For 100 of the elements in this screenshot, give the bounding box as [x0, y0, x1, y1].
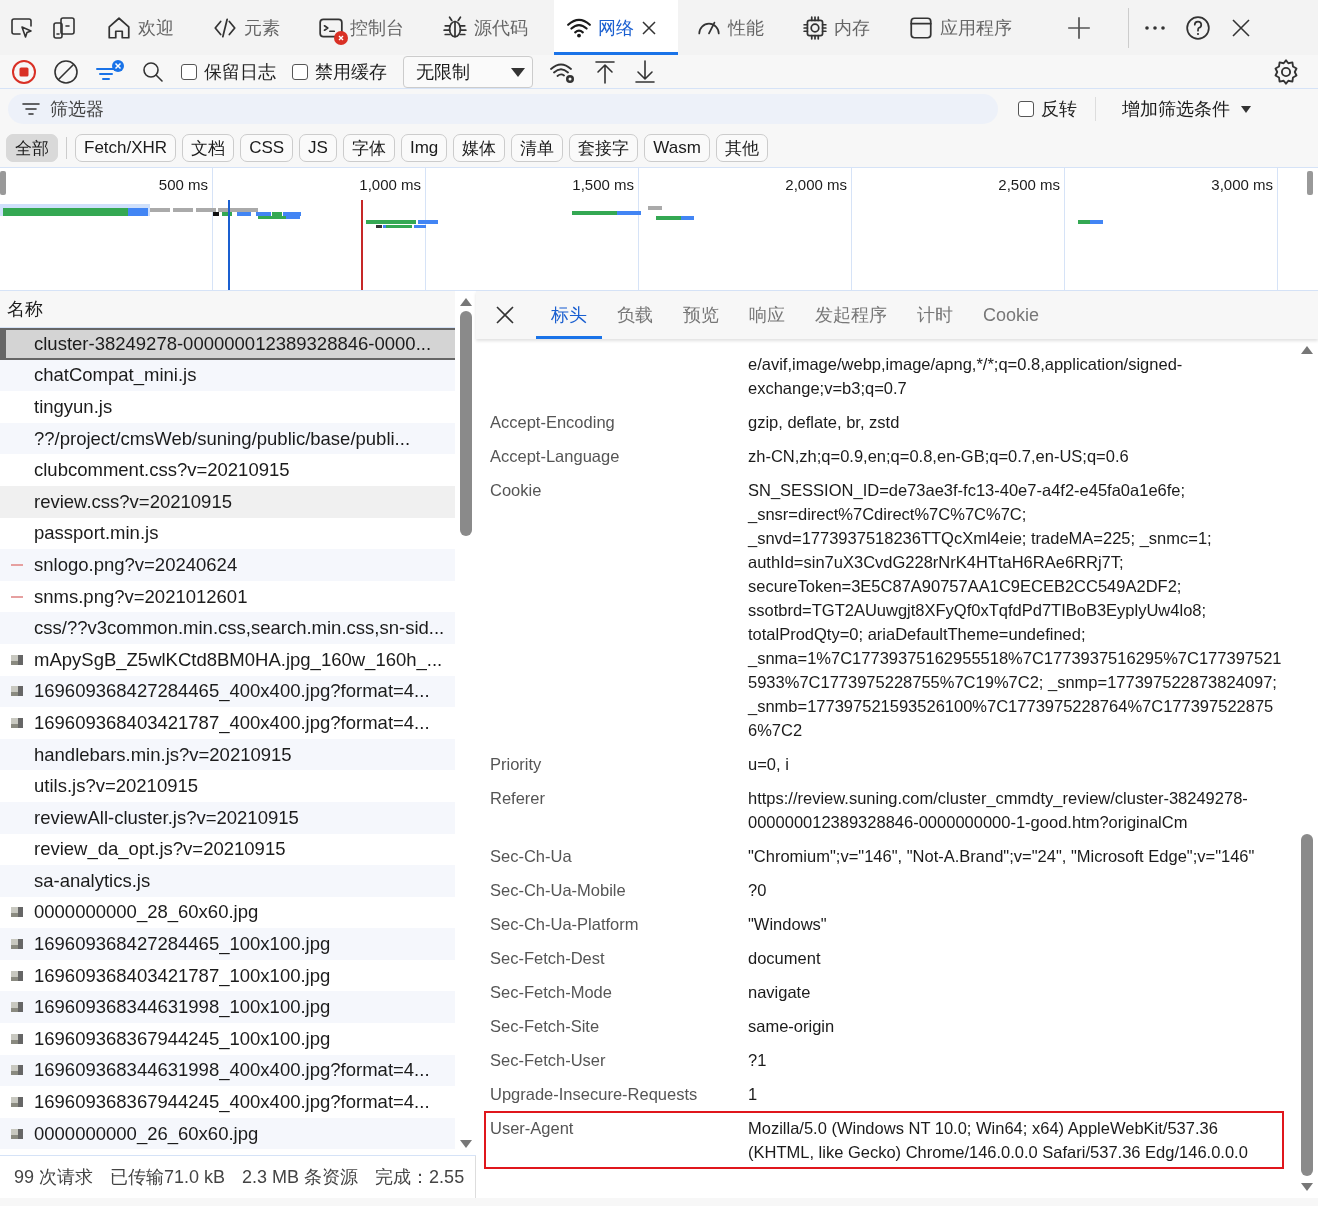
type-filter-chip[interactable]: Wasm — [644, 134, 710, 162]
panel-tab[interactable]: 欢迎 — [94, 0, 194, 55]
range-handle[interactable] — [1307, 171, 1313, 195]
detail-tab[interactable]: Cookie — [968, 291, 1055, 339]
type-filter-chip[interactable]: 全部 — [6, 134, 58, 162]
request-row[interactable]: chatCompat_mini.js — [0, 359, 455, 392]
request-row[interactable]: handlebars.min.js?v=20210915 — [0, 738, 455, 771]
header-name: User-Agent — [490, 1118, 575, 1139]
scroll-up-icon[interactable] — [459, 297, 472, 307]
throttling-dropdown[interactable]: 无限制 — [403, 55, 533, 88]
panel-tab[interactable]: 网络 — [554, 0, 678, 55]
panel-tab[interactable]: 控制台 — [306, 0, 424, 55]
type-filter-chip[interactable]: 套接字 — [569, 134, 639, 162]
scrollbar-thumb[interactable] — [459, 311, 472, 536]
panel-tab[interactable]: 性能 — [684, 0, 784, 55]
request-row[interactable]: 169609368403421787_400x400.jpg?format=4... — [0, 707, 455, 739]
close-icon[interactable] — [640, 18, 658, 37]
request-row[interactable]: mApySgB_Z5wlKCtd8BM0HA.jpg_160w_160h_... — [0, 643, 455, 676]
header-name: Cookie — [490, 480, 543, 501]
request-row[interactable]: 169609368367944245_100x100.jpg — [0, 1023, 455, 1055]
checkbox[interactable] — [1018, 101, 1034, 117]
request-row[interactable]: sa-analytics.js — [0, 865, 455, 897]
request-row[interactable]: cluster-38249278-000000012389328846-0000... — [0, 328, 455, 360]
close-icon[interactable] — [494, 304, 516, 326]
thumbnail-icon — [10, 1126, 24, 1141]
type-filter-chip[interactable]: 清单 — [511, 134, 564, 162]
type-filter-chip[interactable]: 文档 — [182, 134, 235, 162]
type-filter-chip[interactable]: 其他 — [715, 134, 768, 162]
scroll-down-icon[interactable] — [1301, 1182, 1313, 1192]
request-row[interactable]: clubcomment.css?v=20210915 — [0, 454, 455, 486]
request-row[interactable]: tingyun.js — [0, 391, 455, 423]
record-button[interactable] — [11, 58, 37, 85]
type-filter-chip[interactable]: 字体 — [342, 134, 395, 162]
add-filter-dropdown[interactable]: 增加筛选条件 — [1122, 97, 1252, 121]
header-value: u=0, i — [748, 754, 790, 775]
detail-tab[interactable]: 标头 — [536, 291, 602, 339]
plus-icon[interactable] — [1066, 14, 1092, 41]
help-icon[interactable] — [1185, 14, 1211, 41]
device-icon[interactable] — [52, 15, 76, 40]
detail-tab[interactable]: 响应 — [734, 291, 800, 339]
thumbnail-icon — [10, 1000, 24, 1015]
panel-tab[interactable]: 内存 — [790, 0, 890, 55]
thumbnail-icon — [10, 968, 24, 983]
detail-tab[interactable]: 预览 — [668, 291, 734, 339]
request-row[interactable]: 169609368367944245_400x400.jpg?format=4... — [0, 1086, 455, 1118]
request-row[interactable]: 0000000000_28_60x60.jpg — [0, 896, 455, 929]
scrollbar-thumb[interactable] — [1301, 834, 1313, 1176]
request-row[interactable]: ??/project/cmsWeb/suning/public/base/publi... — [0, 422, 455, 455]
header-value: gzip, deflate, br, zstd — [748, 412, 901, 433]
request-row[interactable]: snms.png?v=2021012601 — [0, 580, 455, 613]
request-row[interactable]: reviewAll-cluster.js?v=20210915 — [0, 801, 455, 834]
request-row[interactable]: 0000000000_26_60x60.jpg — [0, 1117, 455, 1150]
header-value: e/avif,image/webp,image/apng,*/*;q=0.8,application/signed-exchange;v=b3;q=0.7 — [748, 354, 1184, 399]
request-row[interactable]: 169609368427284465_100x100.jpg — [0, 928, 455, 960]
panel-tab[interactable]: 源代码 — [430, 0, 548, 55]
settings-icon[interactable] — [1272, 57, 1300, 86]
clear-icon[interactable] — [53, 58, 79, 85]
panel-tab[interactable]: 元素 — [200, 0, 300, 55]
request-row[interactable]: utils.js?v=20210915 — [0, 770, 455, 802]
detail-tab[interactable]: 负载 — [602, 291, 668, 339]
tick-label: 2,500 ms — [998, 176, 1060, 193]
range-handle[interactable] — [0, 171, 6, 195]
caret-icon — [510, 65, 526, 78]
request-row[interactable]: review.css?v=20210915 — [0, 485, 455, 518]
checkbox[interactable] — [181, 63, 197, 80]
header-name: Sec-Ch-Ua — [490, 846, 573, 867]
download-icon[interactable] — [633, 58, 657, 85]
header-name: Sec-Fetch-User — [490, 1050, 607, 1071]
request-row[interactable]: review_da_opt.js?v=20210915 — [0, 833, 455, 866]
detail-tab[interactable]: 发起程序 — [800, 291, 902, 339]
header-value: ?1 — [748, 1050, 768, 1071]
scroll-down-icon[interactable] — [459, 1139, 472, 1149]
scroll-up-icon[interactable] — [1301, 345, 1313, 355]
search-icon[interactable] — [141, 59, 165, 84]
tick-label: 2,000 ms — [785, 176, 847, 193]
thumbnail-icon — [10, 652, 24, 667]
type-filter-chip[interactable]: Fetch/XHR — [75, 134, 177, 162]
request-row[interactable]: css/??v3common.min.css,search.min.css,sn-sid... — [0, 612, 455, 644]
request-row[interactable]: 169609368344631998_400x400.jpg?format=4... — [0, 1054, 455, 1087]
inspect-icon[interactable] — [10, 15, 34, 40]
request-row[interactable]: passport.min.js — [0, 517, 455, 550]
request-row[interactable]: 169609368403421787_100x100.jpg — [0, 959, 455, 992]
request-row[interactable]: 169609368344631998_100x100.jpg — [0, 991, 455, 1024]
request-row[interactable]: 169609368427284465_400x400.jpg?format=4... — [0, 675, 455, 708]
status-text: 2.3 MB 条资源 — [242, 1166, 359, 1189]
tick-label: 500 ms — [158, 176, 208, 193]
checkbox[interactable] — [292, 63, 308, 80]
window-icon — [908, 14, 934, 41]
type-filter-chip[interactable]: 媒体 — [453, 134, 506, 162]
tick-label: 1,500 ms — [572, 176, 634, 193]
type-filter-chip[interactable]: Img — [400, 134, 448, 162]
type-filter-chip[interactable]: CSS — [240, 134, 294, 162]
request-row[interactable]: snlogo.png?v=20240624 — [0, 549, 455, 581]
filter-field[interactable]: 筛选器 — [8, 94, 998, 124]
detail-tab[interactable]: 计时 — [902, 291, 968, 339]
panel-tab[interactable]: 应用程序 — [896, 0, 1032, 55]
header-value: SN_SESSION_ID=de73ae3f-fc13-40e7-a4f2-e45fa0a1e6fe; _snsr=direct%7Cdirect%7C%7C%7C; _snvd=1773937518236TTQcXml4eie; tradeMA=225; _snmc=1; authId=sin7uX3CvdG228rNrK4HTtaH6RAe6RRj7T; secureToken=3E5C87A90757AA1C9ECEB2CC549A2DF2; ssotbrd=TGT2AUuwgjt8XFyQf0xTqfdPd7TIBoB3EyplyUw4lo8; totalProdQty=0; ariaDefaultTheme=undefined; _snma=1%7C17739375162955518%7C1773937516295%7C1773975215933%7C1773975228755%7C19%7C2; _snmp=177397522873824097; _snmb=177397521593526100%7C1773975228764%7C1773975228756%7C2 — [748, 480, 1282, 741]
upload-icon[interactable] — [593, 58, 617, 85]
column-header[interactable]: 名称 — [7, 297, 43, 321]
type-filter-chip[interactable]: JS — [299, 134, 337, 162]
